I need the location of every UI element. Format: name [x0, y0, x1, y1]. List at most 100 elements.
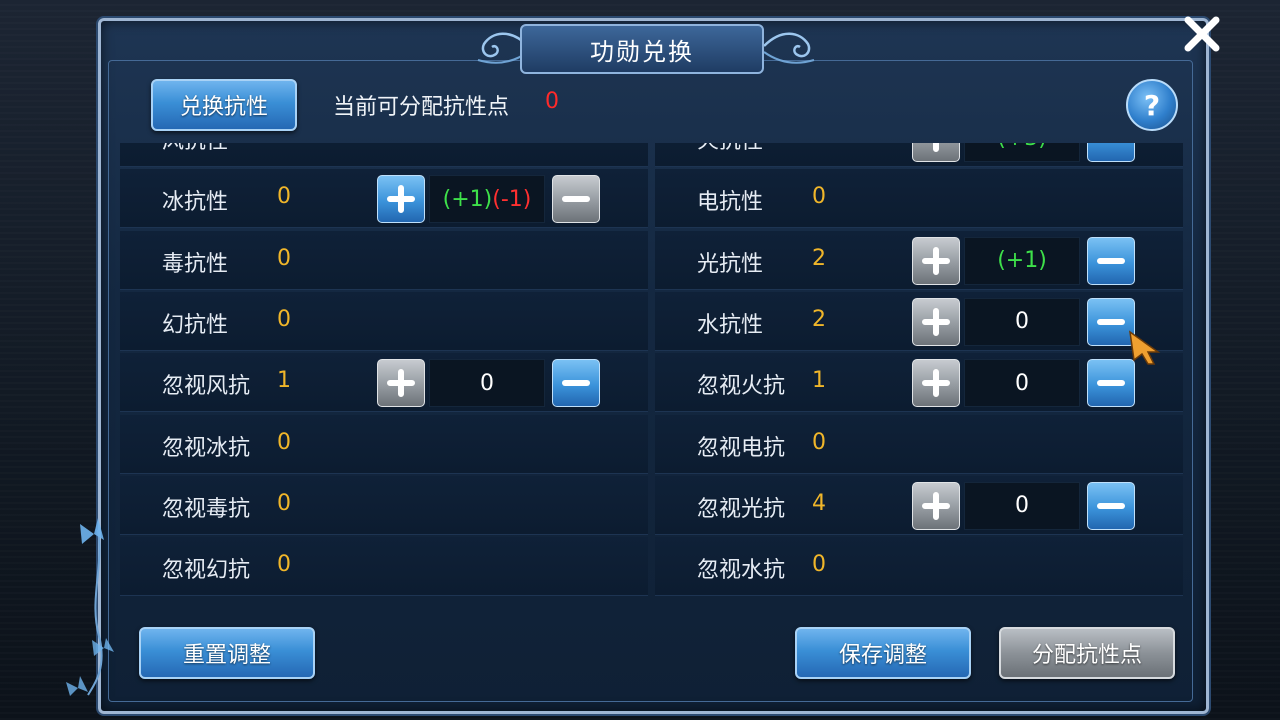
exchange-resistance-tab[interactable]: 兑换抗性 — [151, 79, 297, 131]
resistance-name: 幻抗性 — [162, 312, 229, 338]
increase-button[interactable] — [377, 175, 425, 224]
resistance-value: 0 — [277, 552, 291, 578]
resistance-value: 0 — [277, 143, 291, 148]
increase-button[interactable] — [377, 359, 425, 408]
resistance-value: 3 — [812, 143, 826, 148]
available-points-value: 0 — [545, 89, 559, 114]
increase-button[interactable] — [912, 143, 960, 162]
resistance-name: 忽视电抗 — [697, 435, 786, 461]
plus-icon — [933, 143, 939, 152]
adjust-count-text: 0 — [1015, 309, 1029, 335]
increase-button[interactable] — [912, 481, 960, 530]
resistance-name: 忽视火抗 — [697, 374, 786, 400]
plus-icon — [922, 246, 950, 275]
title-ornament-right-icon — [763, 32, 815, 64]
available-points-label: 当前可分配抗性点 — [333, 95, 510, 120]
save-adjust-button[interactable]: 保存调整 — [795, 627, 971, 679]
minus-icon — [1097, 318, 1125, 325]
resistance-row: 水抗性 2 0 — [655, 291, 1183, 351]
resistance-name: 忽视毒抗 — [162, 496, 251, 522]
adjust-count: (+3) — [964, 143, 1080, 162]
decrease-button[interactable] — [552, 175, 600, 224]
resistance-value: 0 — [277, 490, 291, 516]
minus-icon — [1097, 380, 1125, 387]
resistance-value: 1 — [277, 368, 291, 394]
minus-icon — [562, 380, 590, 387]
plus-icon — [922, 369, 950, 398]
resistance-value: 2 — [812, 306, 826, 332]
allocate-points-button[interactable]: 分配抗性点 — [999, 627, 1175, 679]
adjust-plus-text: (+1) — [442, 186, 493, 212]
reset-adjust-button[interactable]: 重置调整 — [139, 627, 315, 679]
question-mark-icon: ? — [1143, 88, 1161, 122]
resistance-value: 2 — [812, 245, 826, 271]
resistance-name: 电抗性 — [697, 190, 764, 216]
resistance-row: 冰抗性 0 (+1) (-1) — [120, 169, 648, 229]
plus-icon — [387, 369, 415, 398]
resistance-row: 忽视幻抗 0 — [120, 537, 648, 597]
resistance-name: 水抗性 — [697, 312, 764, 338]
decrease-button[interactable] — [1087, 143, 1135, 162]
decrease-button[interactable] — [552, 359, 600, 408]
resistance-name: 忽视冰抗 — [162, 435, 251, 461]
resistance-row: 毒抗性 0 — [120, 230, 648, 290]
adjust-minus-text: (-1) — [492, 186, 532, 212]
minus-icon — [1097, 257, 1125, 264]
adjust-count: 0 — [429, 359, 545, 408]
minus-icon — [1096, 143, 1126, 153]
resistance-row: 忽视光抗 4 0 — [655, 475, 1183, 535]
help-button[interactable]: ? — [1126, 79, 1178, 131]
resistance-list[interactable]: 风抗性0冰抗性0(+1)(-1)毒抗性0幻抗性0忽视风抗10忽视冰抗0忽视毒抗0… — [120, 143, 1186, 603]
resistance-value: 0 — [812, 552, 826, 578]
resistance-name: 风抗性 — [162, 143, 228, 155]
adjust-count-text: 0 — [1015, 370, 1029, 396]
resistance-name: 忽视风抗 — [162, 374, 251, 400]
minus-icon — [1097, 502, 1125, 509]
resistance-value: 4 — [812, 490, 826, 516]
plus-icon — [387, 185, 415, 214]
close-icon — [1184, 16, 1220, 52]
butterfly-vine-icon — [66, 518, 114, 696]
adjust-count-text: 0 — [480, 370, 494, 396]
resistance-value: 0 — [277, 306, 291, 332]
plus-icon — [922, 307, 950, 336]
increase-button[interactable] — [912, 359, 960, 408]
adjust-count: 0 — [964, 481, 1080, 530]
resistance-row: 风抗性 0 — [120, 143, 648, 167]
increase-button[interactable] — [912, 236, 960, 285]
resistance-name: 毒抗性 — [162, 251, 229, 277]
cursor-icon — [1129, 330, 1161, 365]
resistance-row: 忽视毒抗 0 — [120, 475, 648, 535]
adjust-count: (+1) (-1) — [429, 175, 545, 224]
plus-icon — [922, 491, 950, 520]
resistance-row: 忽视电抗 0 — [655, 414, 1183, 474]
resistance-value: 0 — [277, 429, 291, 455]
resistance-name: 忽视水抗 — [697, 558, 786, 584]
adjust-count: 0 — [964, 297, 1080, 346]
resistance-row: 忽视风抗 1 0 — [120, 353, 648, 413]
resistance-row: 忽视水抗 0 — [655, 537, 1183, 597]
resistance-value: 0 — [812, 429, 826, 455]
resistance-value: 0 — [277, 245, 291, 271]
close-button[interactable] — [1180, 12, 1224, 56]
resistance-value: 0 — [812, 184, 826, 210]
resistance-value: 1 — [812, 368, 826, 394]
adjust-count-text: 0 — [1015, 493, 1029, 519]
increase-button[interactable] — [912, 297, 960, 346]
resistance-row: 忽视冰抗 0 — [120, 414, 648, 474]
resistance-row: 忽视火抗 1 0 — [655, 353, 1183, 413]
decrease-button[interactable] — [1087, 481, 1135, 530]
decrease-button[interactable] — [1087, 236, 1135, 285]
resistance-name: 光抗性 — [697, 251, 764, 277]
resistance-row: 光抗性 2 (+1) — [655, 230, 1183, 290]
adjust-count-text: (+3) — [997, 143, 1047, 151]
resistance-value: 0 — [277, 184, 291, 210]
adjust-count: 0 — [964, 359, 1080, 408]
resistance-name: 忽视光抗 — [697, 496, 786, 522]
decrease-button[interactable] — [1087, 359, 1135, 408]
adjust-count: (+1) — [964, 236, 1080, 285]
minus-icon — [562, 196, 590, 203]
resistance-row: 火抗性 3 (+3) — [655, 143, 1183, 167]
adjust-count-text: (+1) — [997, 248, 1047, 274]
resistance-name: 忽视幻抗 — [162, 558, 251, 584]
